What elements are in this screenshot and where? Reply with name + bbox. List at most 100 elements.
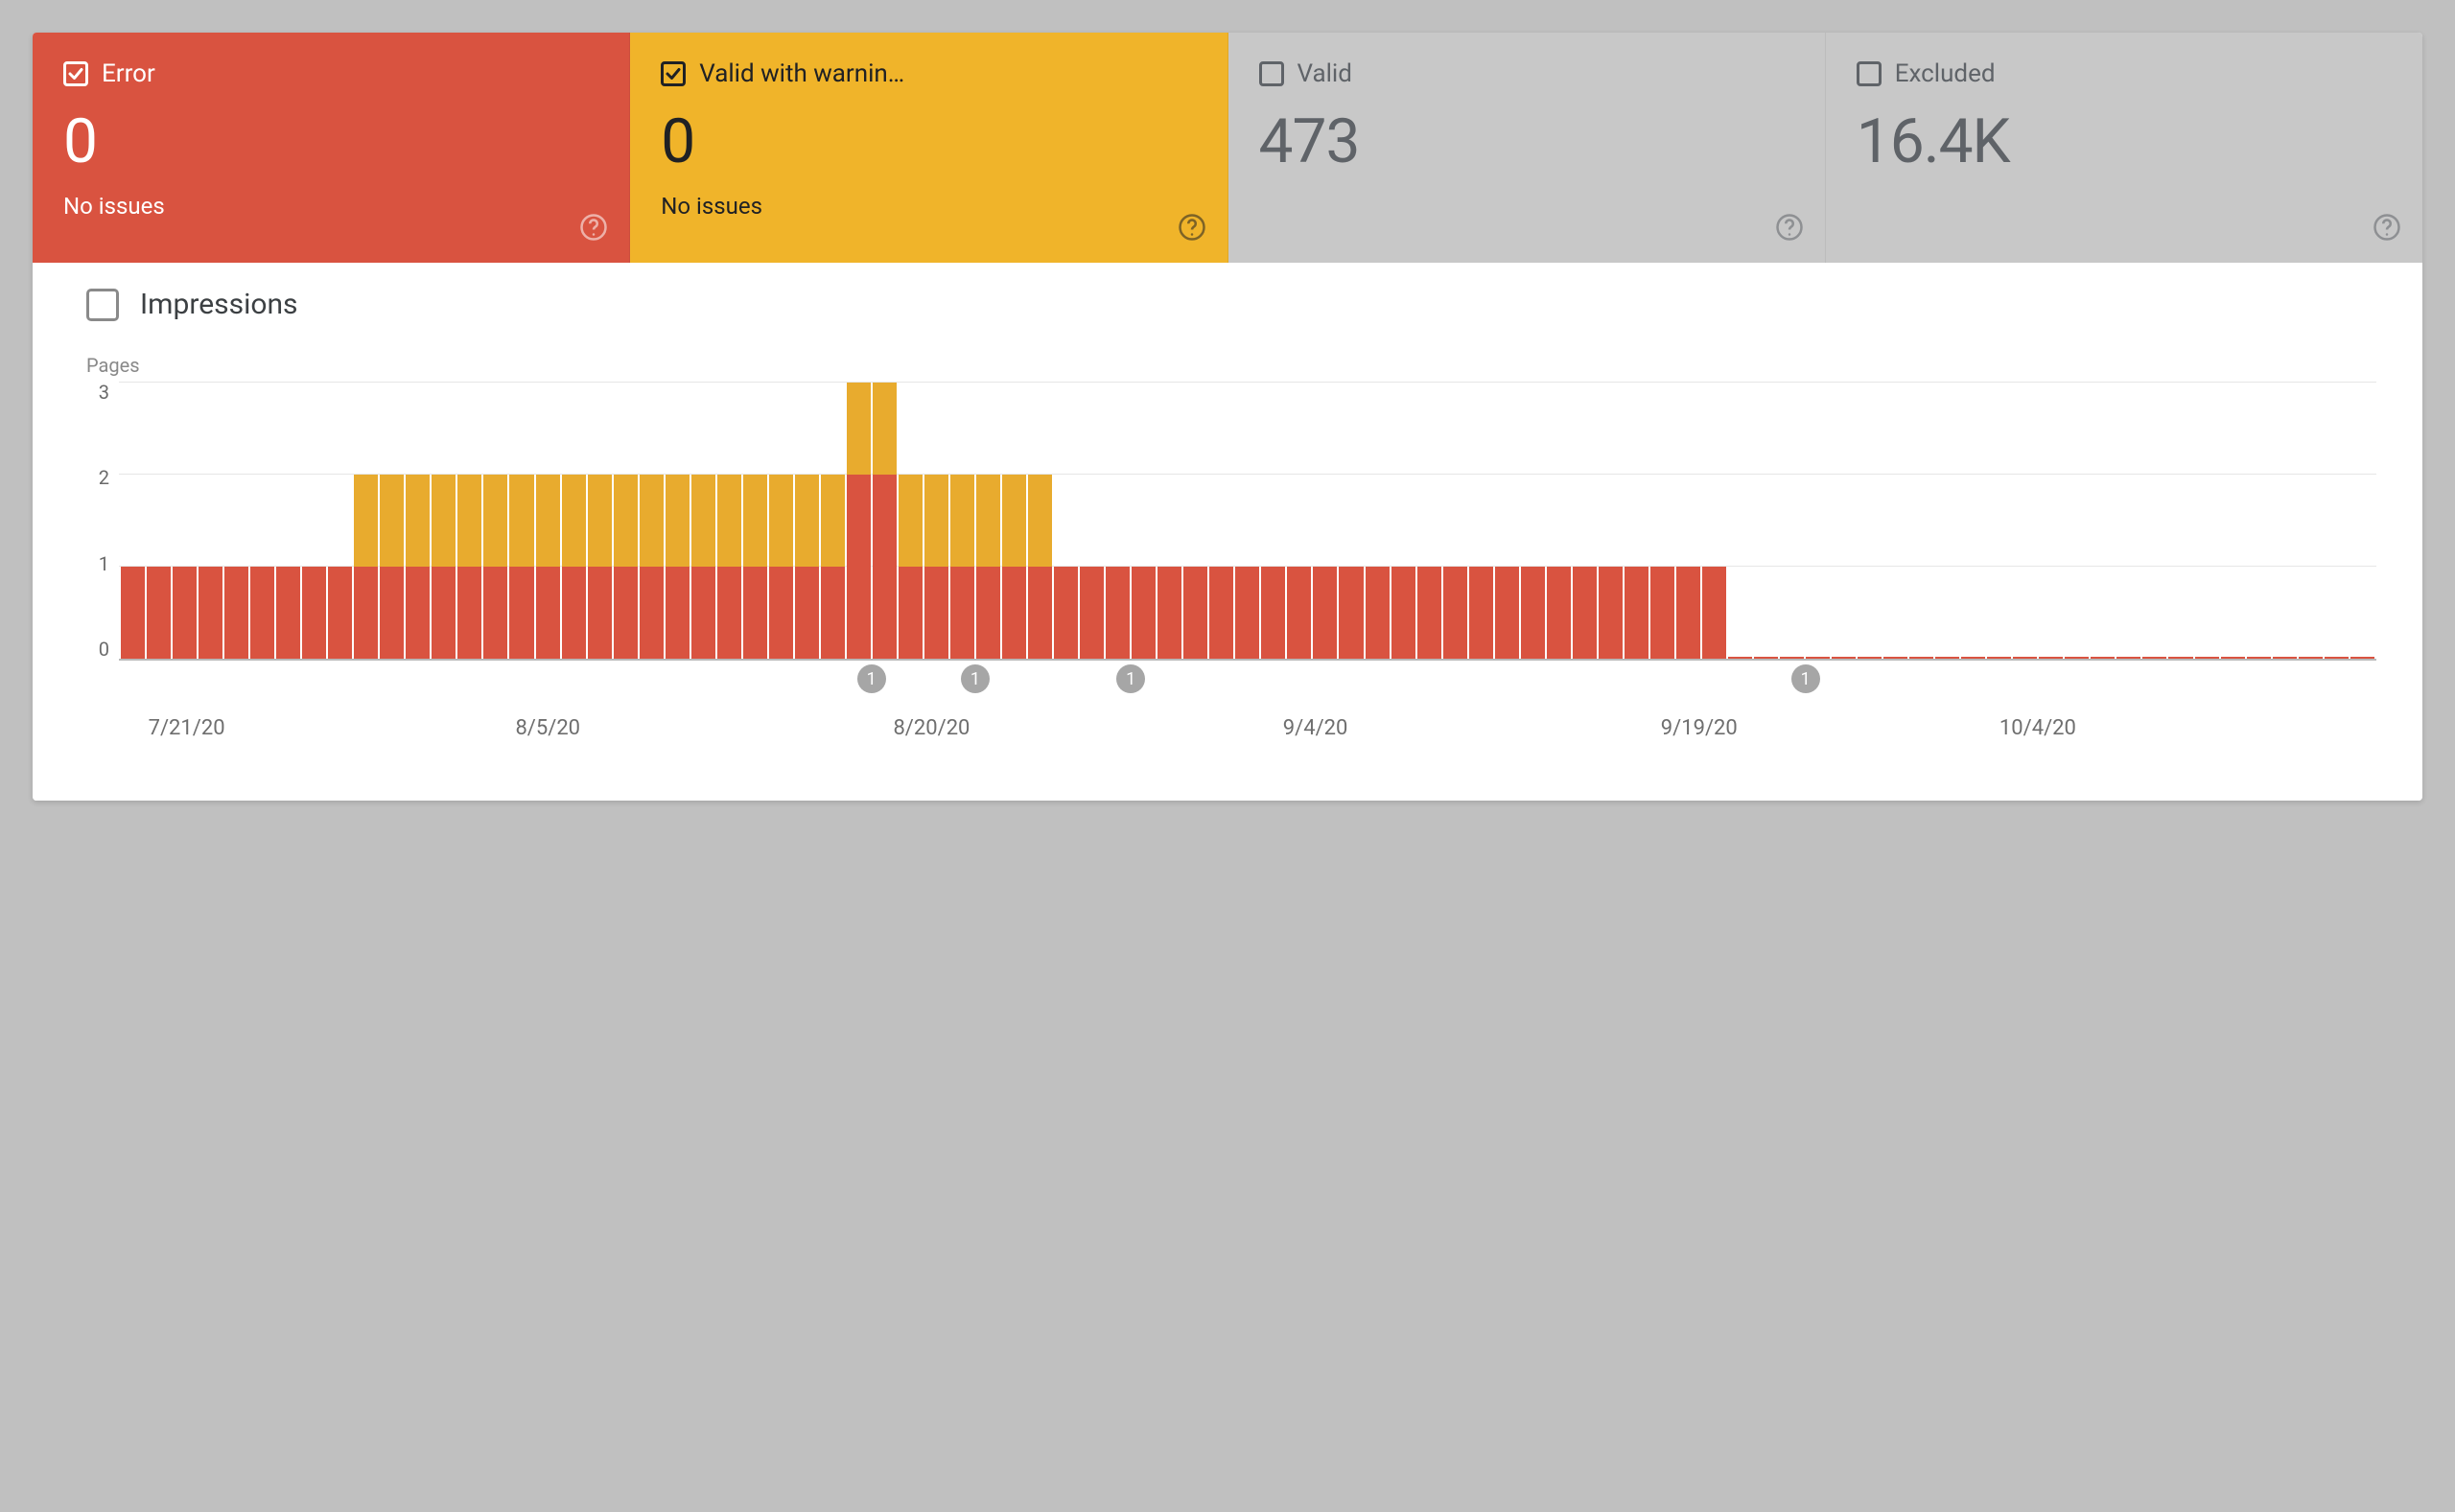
event-marker[interactable]: 1 xyxy=(961,664,990,693)
bar-column[interactable] xyxy=(121,383,145,659)
bar-column[interactable] xyxy=(1935,383,1959,659)
bar-column[interactable] xyxy=(1235,383,1259,659)
bar-column[interactable] xyxy=(2091,383,2115,659)
bar-column[interactable] xyxy=(1054,383,1078,659)
bar-column[interactable] xyxy=(2168,383,2192,659)
bar-column[interactable] xyxy=(1002,383,1026,659)
bar-column[interactable] xyxy=(769,383,793,659)
bar-column[interactable] xyxy=(1339,383,1363,659)
bar-column[interactable] xyxy=(1702,383,1726,659)
bar-column[interactable] xyxy=(1080,383,1104,659)
bar-column[interactable] xyxy=(1573,383,1597,659)
bar-column[interactable] xyxy=(562,383,586,659)
bar-column[interactable] xyxy=(2325,383,2349,659)
bar-column[interactable] xyxy=(1209,383,1233,659)
event-marker[interactable]: 1 xyxy=(1791,664,1820,693)
bar-column[interactable] xyxy=(276,383,300,659)
impressions-toggle[interactable]: Impressions xyxy=(86,288,2376,321)
checkbox-unchecked-icon[interactable] xyxy=(1857,61,1882,86)
bar-column[interactable] xyxy=(2195,383,2219,659)
bar-column[interactable] xyxy=(588,383,612,659)
bar-column[interactable] xyxy=(2221,383,2245,659)
bar-column[interactable] xyxy=(1287,383,1311,659)
bar-column[interactable] xyxy=(1183,383,1207,659)
bar-column[interactable] xyxy=(147,383,171,659)
bar-column[interactable] xyxy=(1650,383,1674,659)
bar-column[interactable] xyxy=(1961,383,1985,659)
card-error[interactable]: Error 0 No issues xyxy=(33,33,630,263)
bar-column[interactable] xyxy=(2247,383,2271,659)
bar-column[interactable] xyxy=(1858,383,1882,659)
bar-column[interactable] xyxy=(536,383,560,659)
bar-column[interactable] xyxy=(1599,383,1623,659)
bar-column[interactable] xyxy=(509,383,533,659)
bar-column[interactable] xyxy=(847,383,871,659)
bar-column[interactable] xyxy=(173,383,197,659)
bar-column[interactable] xyxy=(1832,383,1856,659)
checkbox-unchecked-icon[interactable] xyxy=(1259,61,1284,86)
checkbox-unchecked-icon[interactable] xyxy=(86,289,119,321)
bar-column[interactable] xyxy=(1157,383,1181,659)
event-marker[interactable]: 1 xyxy=(857,664,886,693)
card-valid-with-warnings[interactable]: Valid with warnin… 0 No issues xyxy=(630,33,1228,263)
bar-column[interactable] xyxy=(1469,383,1493,659)
bar-column[interactable] xyxy=(199,383,222,659)
bar-column[interactable] xyxy=(821,383,845,659)
bar-column[interactable] xyxy=(2013,383,2037,659)
bar-column[interactable] xyxy=(950,383,974,659)
bar-column[interactable] xyxy=(2350,383,2374,659)
bar-column[interactable] xyxy=(1625,383,1648,659)
bar-column[interactable] xyxy=(899,383,923,659)
bar-column[interactable] xyxy=(1780,383,1804,659)
bar-column[interactable] xyxy=(1806,383,1830,659)
bar-column[interactable] xyxy=(743,383,767,659)
bar-column[interactable] xyxy=(1987,383,2011,659)
bar-column[interactable] xyxy=(302,383,326,659)
bar-column[interactable] xyxy=(924,383,948,659)
bar-column[interactable] xyxy=(250,383,274,659)
bar-column[interactable] xyxy=(717,383,741,659)
bar-column[interactable] xyxy=(1391,383,1415,659)
bar-column[interactable] xyxy=(640,383,664,659)
bar-column[interactable] xyxy=(1028,383,1052,659)
bar-column[interactable] xyxy=(1754,383,1778,659)
bar-column[interactable] xyxy=(1313,383,1337,659)
bar-column[interactable] xyxy=(873,383,897,659)
bar-column[interactable] xyxy=(2142,383,2166,659)
bar-column[interactable] xyxy=(1417,383,1441,659)
bar-column[interactable] xyxy=(1676,383,1700,659)
bar-column[interactable] xyxy=(1521,383,1545,659)
bar-column[interactable] xyxy=(1909,383,1933,659)
bar-column[interactable] xyxy=(432,383,456,659)
bar-column[interactable] xyxy=(1261,383,1285,659)
bar-column[interactable] xyxy=(380,383,404,659)
bar-column[interactable] xyxy=(483,383,507,659)
bar-column[interactable] xyxy=(976,383,1000,659)
chart-plot-area[interactable] xyxy=(119,383,2376,661)
bar-column[interactable] xyxy=(2299,383,2323,659)
card-excluded[interactable]: Excluded 16.4K xyxy=(1826,33,2422,263)
bar-column[interactable] xyxy=(2116,383,2140,659)
checkbox-checked-icon[interactable] xyxy=(661,61,686,86)
help-icon[interactable] xyxy=(579,213,608,242)
bar-column[interactable] xyxy=(614,383,638,659)
bar-column[interactable] xyxy=(1443,383,1467,659)
help-icon[interactable] xyxy=(1178,213,1206,242)
bar-column[interactable] xyxy=(1106,383,1130,659)
help-icon[interactable] xyxy=(2373,213,2401,242)
bar-column[interactable] xyxy=(457,383,481,659)
help-icon[interactable] xyxy=(1775,213,1804,242)
card-valid[interactable]: Valid 473 xyxy=(1228,33,1826,263)
bar-column[interactable] xyxy=(2065,383,2089,659)
bar-column[interactable] xyxy=(1728,383,1752,659)
bar-column[interactable] xyxy=(224,383,248,659)
bar-column[interactable] xyxy=(691,383,715,659)
bar-column[interactable] xyxy=(328,383,352,659)
bar-column[interactable] xyxy=(406,383,430,659)
bar-column[interactable] xyxy=(1495,383,1519,659)
bar-column[interactable] xyxy=(1883,383,1907,659)
bar-column[interactable] xyxy=(1366,383,1390,659)
bar-column[interactable] xyxy=(1547,383,1571,659)
bar-column[interactable] xyxy=(795,383,819,659)
event-marker[interactable]: 1 xyxy=(1116,664,1145,693)
